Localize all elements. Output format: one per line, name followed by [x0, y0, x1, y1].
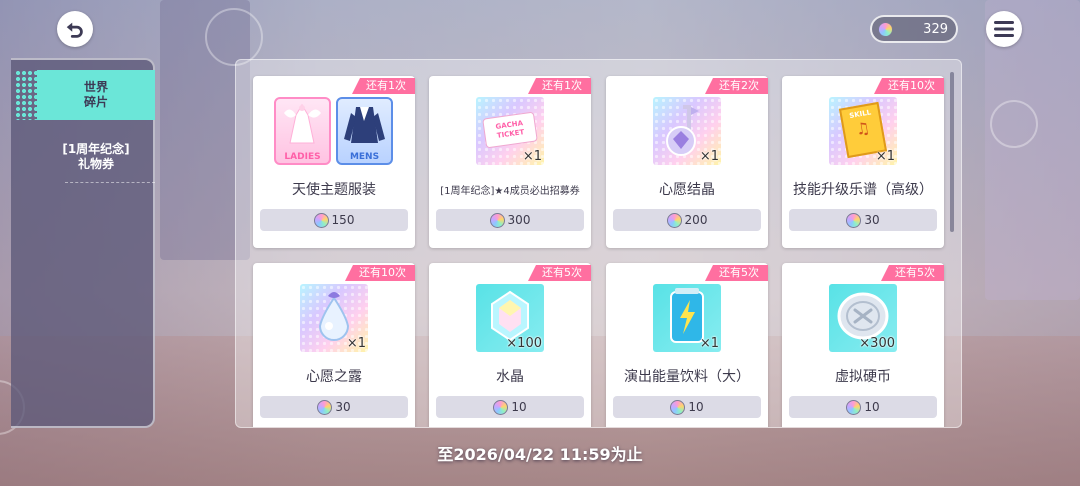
wish-dew-icon: ×1: [300, 284, 368, 352]
price-button[interactable]: 30: [260, 396, 408, 418]
price-button[interactable]: 10: [789, 396, 937, 418]
background-ring: [990, 100, 1038, 148]
back-button[interactable]: [57, 11, 93, 47]
currency-display: 329: [870, 15, 958, 43]
ladies-label: LADIES: [284, 152, 321, 162]
shop-item-card[interactable]: 还有1次 GACHA TICKET ×1 [1周年纪念]★4成员必出招募券 30…: [429, 76, 591, 248]
costume-ladies-mens-icon: LADIES MENS: [274, 97, 394, 165]
remaining-badge: 还有5次: [705, 265, 768, 281]
item-name: 天使主题服装: [292, 182, 376, 198]
wish-crystal-icon: ×1: [653, 97, 721, 165]
price-value: 150: [331, 213, 355, 227]
remaining-badge: 还有2次: [705, 78, 768, 94]
gem-icon: [846, 399, 862, 415]
virtual-coin-icon: ×300: [829, 284, 897, 352]
gem-icon: [313, 212, 329, 228]
price-button[interactable]: 150: [260, 209, 408, 231]
price-button[interactable]: 10: [436, 396, 584, 418]
gem-icon: [493, 399, 509, 415]
sidebar-item-anniversary-ticket[interactable]: [1周年纪念] 礼物券: [37, 132, 155, 182]
item-name: 虚拟硬币: [835, 369, 891, 385]
item-name: 演出能量饮料（大）: [624, 369, 750, 385]
price-value: 10: [864, 400, 880, 414]
price-value: 30: [335, 400, 351, 414]
background-ring: [205, 8, 263, 66]
item-name: 水晶: [496, 369, 524, 385]
item-quantity: ×1: [522, 149, 542, 164]
shop-item-card[interactable]: 还有10次 ×1 心愿之露 30: [253, 263, 415, 427]
price-button[interactable]: 300: [436, 209, 584, 231]
deadline-text: 至2026/04/22 11:59为止: [437, 445, 643, 464]
item-name: [1周年纪念]★4成员必出招募券: [440, 186, 580, 197]
sidebar-item-label: 世界 碎片: [83, 80, 108, 109]
gem-icon: [489, 212, 505, 228]
gem-icon: [666, 212, 682, 228]
shop-item-card[interactable]: 还有5次 ×300 虚拟硬币 10: [782, 263, 944, 427]
remaining-badge: 还有10次: [874, 78, 944, 94]
price-value: 30: [864, 213, 880, 227]
item-quantity: ×1: [875, 149, 895, 164]
remaining-badge: 还有1次: [352, 78, 415, 94]
category-sidebar: 世界 碎片 [1周年纪念] 礼物券: [11, 58, 155, 428]
skill-score-icon: SKILL ♫ ×1: [829, 97, 897, 165]
remaining-badge: 还有10次: [345, 265, 415, 281]
item-name: 心愿之露: [306, 369, 362, 385]
shop-panel: 还有1次 LADIES MENS 天使主题服装 150 还有1次 GACHA T…: [235, 59, 962, 428]
currency-amount: 329: [923, 21, 948, 37]
menu-button[interactable]: [986, 11, 1022, 47]
shop-item-card[interactable]: 还有5次 ×1 演出能量饮料（大） 10: [606, 263, 768, 427]
hamburger-icon: [994, 21, 1014, 37]
item-quantity: ×1: [699, 149, 719, 164]
shop-item-card[interactable]: 还有2次 ×1 心愿结晶 200: [606, 76, 768, 248]
sidebar-item-world-fragment[interactable]: 世界 碎片: [15, 70, 155, 120]
shop-item-card[interactable]: 还有1次 LADIES MENS 天使主题服装 150: [253, 76, 415, 248]
remaining-badge: 还有5次: [881, 265, 944, 281]
mens-label: MENS: [349, 152, 380, 162]
price-value: 10: [688, 400, 704, 414]
sidebar-divider: [65, 182, 155, 183]
item-quantity: ×1: [346, 336, 366, 351]
shop-item-card[interactable]: 还有5次 ×100 水晶 10: [429, 263, 591, 427]
gem-icon: [317, 399, 333, 415]
price-button[interactable]: 10: [613, 396, 761, 418]
ticket-label: GACHA TICKET: [495, 119, 525, 140]
gem-icon: [670, 399, 686, 415]
sidebar-item-label: [1周年纪念] 礼物券: [62, 142, 130, 171]
item-quantity: ×100: [506, 336, 542, 351]
energy-drink-icon: ×1: [653, 284, 721, 352]
gacha-ticket-icon: GACHA TICKET ×1: [476, 97, 544, 165]
price-value: 10: [511, 400, 527, 414]
price-value: 200: [684, 213, 708, 227]
remaining-badge: 还有1次: [528, 78, 591, 94]
price-button[interactable]: 30: [789, 209, 937, 231]
gem-icon: [878, 21, 893, 37]
item-quantity: ×1: [699, 336, 719, 351]
price-value: 300: [507, 213, 531, 227]
scrollbar[interactable]: [950, 72, 954, 232]
gem-icon: [846, 212, 862, 228]
undo-arrow-icon: [66, 22, 83, 38]
crystal-icon: ×100: [476, 284, 544, 352]
item-name: 技能升级乐谱（高级）: [793, 182, 933, 198]
price-button[interactable]: 200: [613, 209, 761, 231]
item-quantity: ×300: [859, 336, 895, 351]
item-name: 心愿结晶: [659, 182, 715, 198]
remaining-badge: 还有5次: [528, 265, 591, 281]
shop-item-card[interactable]: 还有10次 SKILL ♫ ×1 技能升级乐谱（高级） 30: [782, 76, 944, 248]
